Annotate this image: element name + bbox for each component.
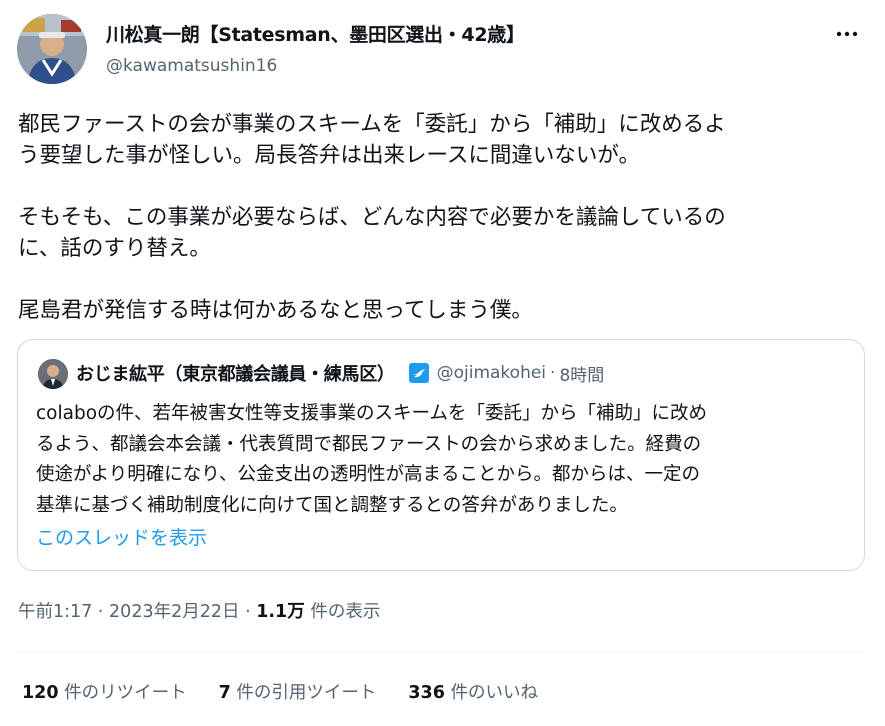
quoted-author-avatar[interactable] xyxy=(38,359,68,389)
likes-stat[interactable]: 336 件のいいね xyxy=(408,679,538,704)
quotes-label: 件の引用ツイート xyxy=(236,683,377,703)
quotes-stat[interactable]: 7 件の引用ツイート xyxy=(219,679,377,704)
quotes-count: 7 xyxy=(218,683,231,703)
meta-separator: · xyxy=(245,602,251,622)
more-options-icon xyxy=(836,31,858,37)
likes-label: 件のいいね xyxy=(450,683,538,703)
verified-badge-icon xyxy=(408,363,429,383)
author-display-name[interactable]: 川松真一朗【Statesman、墨田区選出・42歳】 xyxy=(106,22,525,48)
divider xyxy=(17,651,865,652)
likes-count: 336 xyxy=(408,683,445,703)
tweet-time[interactable]: 午前1:17 xyxy=(18,602,92,622)
more-options-button[interactable] xyxy=(831,20,863,48)
tweet-text: 都民ファーストの会が事業のスキームを「委託」から「補助」に改めるよ う要望した事… xyxy=(18,112,726,323)
quoted-separator: · xyxy=(550,363,556,383)
author-handle[interactable]: @kawamatsushin16 xyxy=(106,54,525,78)
tweet-date[interactable]: 2023年2月22日 xyxy=(109,602,239,622)
meta-separator: · xyxy=(97,602,104,622)
quoted-author-handle[interactable]: @ojimakohei xyxy=(437,363,546,383)
engagement-stats: 120 件のリツイート 7 件の引用ツイート 336 件のいいね xyxy=(22,679,570,704)
retweets-stat[interactable]: 120 件のリツイート xyxy=(22,679,187,704)
views-label: 件の表示 xyxy=(310,602,381,622)
quoted-time[interactable]: 8時間 xyxy=(559,361,604,386)
quoted-tweet-card[interactable]: おじま紘平（東京都議会議員・練馬区） @ojimakohei · 8時間 col… xyxy=(17,339,865,571)
quoted-author-name[interactable]: おじま紘平（東京都議会議員・練馬区） xyxy=(76,360,395,386)
author-avatar[interactable] xyxy=(17,14,87,84)
quoted-tweet-text: colaboの件、若年被害女性等支援事業のスキームを「委託」から「補助」に改め … xyxy=(36,403,707,516)
views-count: 1.1万 xyxy=(256,602,305,622)
retweets-count: 120 xyxy=(22,683,59,703)
retweets-label: 件のリツイート xyxy=(64,683,187,703)
show-thread-link[interactable]: このスレッドを表示 xyxy=(36,523,207,550)
tweet-meta: 午前1:17 · 2023年2月22日 · 1.1万 件の表示 xyxy=(18,598,380,623)
